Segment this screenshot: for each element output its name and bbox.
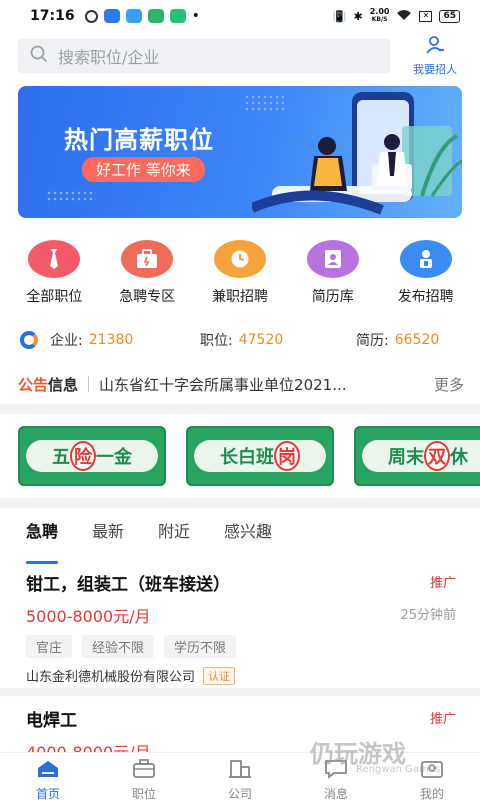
bluetooth-icon: ✱	[353, 9, 363, 23]
clock-icon	[213, 240, 266, 278]
status-time: 17:16	[30, 8, 75, 24]
job-company: 山东金利德机械股份有限公司 认证	[26, 666, 456, 685]
more-notifications-icon: •	[191, 8, 200, 24]
notice-bar[interactable]: 公告信息 山东省红十字会所属事业单位2021... 更多	[18, 370, 464, 398]
notification-icons: •	[84, 8, 200, 24]
chat-notification-icon	[84, 9, 98, 23]
verified-badge: 认证	[203, 666, 236, 685]
app-notification-icon	[103, 9, 120, 23]
promo-banner[interactable]: 热门高薪职位 好工作 等你来	[18, 86, 462, 218]
banner-decoration	[46, 190, 96, 202]
job-title: 电焊工	[26, 711, 77, 731]
job-tabs: 急聘 最新 附近 感兴趣	[26, 518, 272, 564]
company-count: 企业: 21380	[50, 332, 134, 349]
promo-card-day-shift[interactable]: 长白班岗	[186, 426, 334, 486]
job-salary: 5000-8000元/月	[26, 607, 151, 626]
section-divider	[0, 498, 480, 508]
system-icons: 📳 ✱ 2.00 KB/S ✕ 65	[333, 8, 460, 24]
platform-stats: 企业: 21380 职位: 47520 简历: 66520	[20, 328, 464, 352]
company-name: 山东金利德机械股份有限公司	[26, 670, 196, 685]
vibrate-icon: 📳	[332, 9, 347, 23]
watermark-subtitle: Rengwan Games	[356, 764, 441, 775]
publish-icon	[399, 240, 452, 278]
resume-icon	[306, 240, 359, 278]
job-count: 职位: 47520	[200, 332, 284, 349]
job-tags: 官庄 经验不限 学历不限	[26, 635, 456, 658]
wifi-icon	[396, 9, 412, 24]
promo-card-weekends-off[interactable]: 周末双休	[354, 426, 480, 486]
tab-urgent[interactable]: 急聘	[26, 518, 59, 564]
promo-cards: 五险一金 长白班岗 周末双休	[18, 426, 480, 488]
banner-title: 热门高薪职位	[64, 126, 214, 154]
category-urgent[interactable]: 急聘专区	[103, 240, 191, 310]
job-card[interactable]: 钳工，组装工（班车接送） 推广 5000-8000元/月 25分钟前 官庄 经验…	[26, 570, 456, 685]
briefcase-icon	[132, 759, 156, 783]
notice-tag: 公告信息	[18, 375, 79, 394]
nav-profile[interactable]: 我的	[397, 753, 467, 800]
status-bar: 17:16 • 📳 ✱ 2.00 KB/S ✕ 65	[0, 0, 480, 32]
job-posted-time: 25分钟前	[400, 608, 456, 623]
category-resume-library[interactable]: 简历库	[289, 240, 377, 310]
tie-icon	[28, 240, 81, 278]
banner-slogan: 好工作 等你来	[82, 157, 205, 182]
battery-indicator: 65	[439, 9, 460, 23]
home-icon	[36, 759, 60, 783]
recruit-label: 我要招人	[413, 63, 457, 76]
notice-more-link[interactable]: 更多	[434, 374, 464, 395]
search-input[interactable]: 搜索职位/企业	[18, 39, 390, 73]
briefcase-icon	[121, 240, 174, 278]
resume-count: 简历: 66520	[356, 332, 440, 349]
promoted-badge: 推广	[429, 576, 456, 591]
tab-latest[interactable]: 最新	[92, 518, 124, 554]
category-part-time[interactable]: 兼职招聘	[196, 240, 284, 310]
job-title: 钳工，组装工（班车接送）	[26, 575, 230, 595]
card-divider	[0, 688, 480, 696]
search-placeholder: 搜索职位/企业	[58, 48, 160, 67]
app-notification-icon	[125, 9, 142, 23]
job-tag: 学历不限	[164, 635, 237, 658]
search-row: 搜索职位/企业 我要招人	[18, 36, 464, 76]
bottom-nav: 首页 职位 公司 消息 我的	[0, 752, 480, 800]
nav-jobs[interactable]: 职位	[109, 753, 179, 800]
banner-illustration	[252, 92, 462, 215]
tab-nearby[interactable]: 附近	[158, 518, 190, 554]
stats-logo-icon	[20, 331, 38, 349]
promoted-badge: 推广	[429, 712, 456, 727]
building-icon	[228, 759, 252, 783]
promo-card-insurance[interactable]: 五险一金	[18, 426, 166, 486]
network-speed: 2.00 KB/S	[369, 7, 390, 24]
category-all-jobs[interactable]: 全部职位	[10, 240, 98, 310]
divider	[88, 376, 90, 392]
tab-interested[interactable]: 感兴趣	[224, 518, 272, 554]
user-add-icon	[425, 35, 445, 59]
shield-notification-icon	[147, 9, 164, 23]
job-tag: 官庄	[26, 635, 73, 658]
category-grid: 全部职位 急聘专区 兼职招聘 简历库 发布招聘	[0, 240, 480, 310]
recruit-button[interactable]: 我要招人	[406, 35, 464, 77]
search-icon	[30, 45, 48, 67]
job-tag: 经验不限	[82, 635, 155, 658]
section-divider	[0, 404, 480, 414]
app-notification-icon	[169, 9, 186, 23]
sim-icon: ✕	[419, 10, 433, 22]
category-post-job[interactable]: 发布招聘	[382, 240, 470, 310]
notice-text: 山东省红十字会所属事业单位2021...	[99, 375, 347, 394]
nav-home[interactable]: 首页	[13, 753, 83, 800]
nav-companies[interactable]: 公司	[205, 753, 275, 800]
